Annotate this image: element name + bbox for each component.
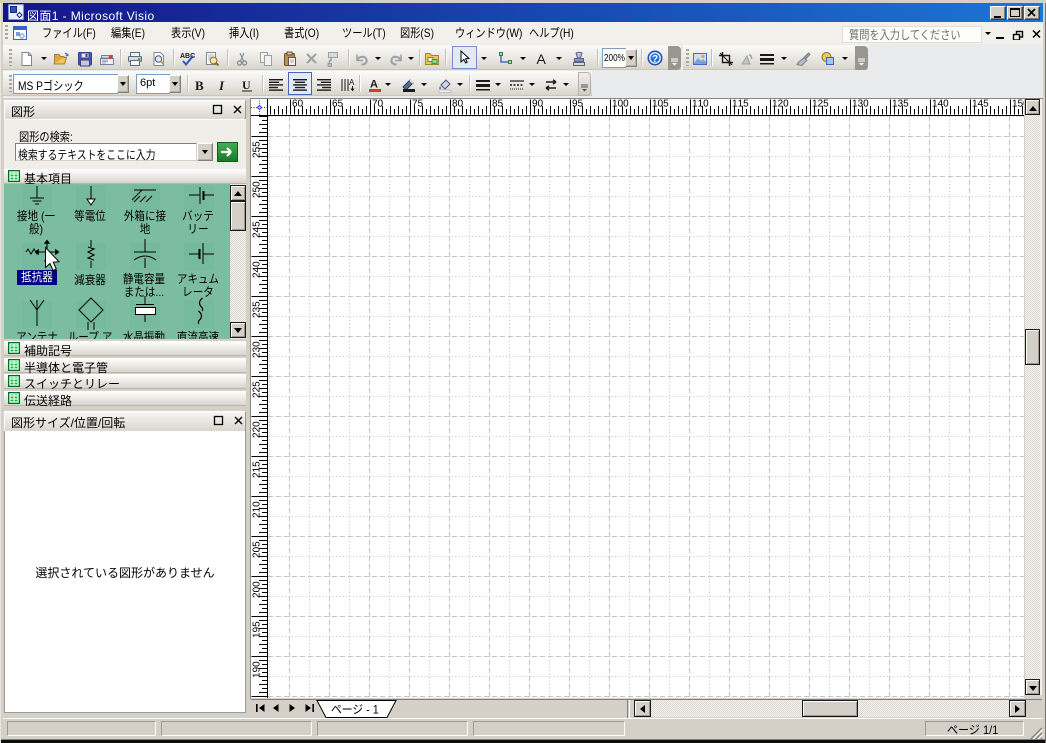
svg-text:B: B bbox=[195, 78, 204, 93]
svg-text:A: A bbox=[370, 79, 378, 91]
svg-text:U: U bbox=[242, 78, 251, 92]
svg-text:I: I bbox=[218, 78, 225, 93]
svg-text:?: ? bbox=[652, 54, 658, 65]
svg-text:ページ - 1: ページ - 1 bbox=[331, 704, 379, 717]
svg-text:A: A bbox=[349, 78, 355, 87]
svg-text:A: A bbox=[537, 51, 547, 67]
